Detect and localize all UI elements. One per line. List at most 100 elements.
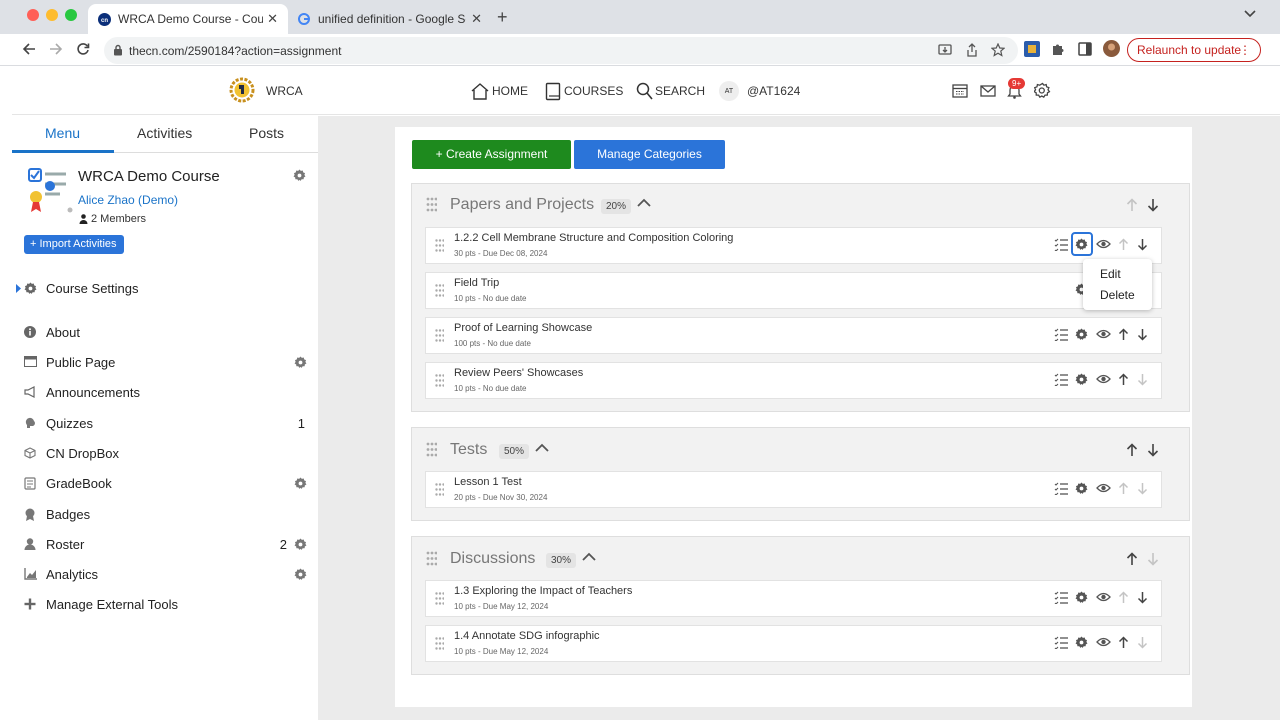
arrow-up-icon[interactable]	[1118, 482, 1129, 495]
bookmark-star-icon[interactable]	[991, 43, 1005, 57]
sidebar-item-course-settings[interactable]: Course Settings	[12, 277, 318, 301]
sidebar-item-quizzes[interactable]: Quizzes 1	[12, 412, 318, 436]
assignment-title[interactable]: 1.4 Annotate SDG infographic	[454, 630, 600, 642]
assignment-row[interactable]: Proof of Learning Showcase 100 pts - No …	[425, 317, 1162, 354]
tab-wrca-course[interactable]: cn WRCA Demo Course - Course ✕	[88, 4, 288, 34]
course-title[interactable]: WRCA Demo Course	[78, 168, 220, 185]
gear-icon[interactable]	[1075, 328, 1088, 341]
arrow-up-icon[interactable]	[1126, 443, 1138, 457]
instructor-link[interactable]: Alice Zhao (Demo)	[78, 193, 178, 207]
sidebar-item-about[interactable]: About	[12, 321, 318, 345]
public-page-gear-icon[interactable]	[294, 356, 307, 369]
eye-icon[interactable]	[1096, 637, 1111, 647]
create-assignment-button[interactable]: + Create Assignment	[412, 140, 571, 169]
gear-icon[interactable]	[1075, 591, 1088, 604]
sidebar-item-cn-dropbox[interactable]: CN DropBox	[12, 442, 318, 466]
gradebook-gear-icon[interactable]	[294, 477, 307, 490]
arrow-up-icon[interactable]	[1118, 636, 1129, 649]
arrow-down-icon[interactable]	[1137, 373, 1148, 386]
profile-avatar[interactable]	[1103, 40, 1120, 57]
gear-icon[interactable]	[1075, 373, 1088, 386]
tab-activities[interactable]: Activities	[137, 125, 192, 141]
eye-icon[interactable]	[1096, 374, 1111, 384]
drag-handle-icon[interactable]	[426, 551, 437, 566]
assignment-title[interactable]: Proof of Learning Showcase	[454, 322, 592, 334]
forward-arrow-icon[interactable]	[49, 42, 63, 56]
close-icon[interactable]: ✕	[267, 11, 278, 27]
arrow-down-icon[interactable]	[1137, 238, 1148, 251]
rubric-list-icon[interactable]	[1054, 373, 1068, 386]
drag-handle-icon[interactable]	[435, 637, 444, 650]
eye-icon[interactable]	[1096, 483, 1111, 493]
assignment-title[interactable]: Review Peers' Showcases	[454, 367, 583, 379]
tab-google-search[interactable]: unified definition - Google Sea ✕	[292, 4, 492, 34]
side-panel-icon[interactable]	[1078, 42, 1092, 56]
share-icon[interactable]	[966, 43, 978, 57]
assignment-row[interactable]: 1.3 Exploring the Impact of Teachers 10 …	[425, 580, 1162, 617]
eye-icon[interactable]	[1096, 239, 1111, 249]
nav-courses[interactable]: COURSES	[545, 67, 623, 115]
tab-posts[interactable]: Posts	[249, 125, 284, 141]
chevron-up-icon[interactable]	[535, 443, 549, 452]
roster-gear-icon[interactable]	[294, 538, 307, 551]
arrow-down-icon[interactable]	[1147, 443, 1159, 457]
eye-icon[interactable]	[1096, 329, 1111, 339]
rubric-list-icon[interactable]	[1054, 238, 1068, 251]
chevron-down-icon[interactable]	[1244, 9, 1256, 19]
window-minimize-button[interactable]	[46, 9, 58, 21]
assignment-title[interactable]: 1.2.2 Cell Membrane Structure and Compos…	[454, 232, 733, 244]
drag-handle-icon[interactable]	[435, 374, 444, 387]
nav-user[interactable]: AT @AT1624	[719, 67, 800, 115]
assignment-title[interactable]: 1.3 Exploring the Impact of Teachers	[454, 585, 632, 597]
arrow-up-icon[interactable]	[1126, 198, 1138, 212]
manage-categories-button[interactable]: Manage Categories	[574, 140, 725, 169]
sidebar-item-public-page[interactable]: Public Page	[12, 351, 318, 375]
nav-search[interactable]: SEARCH	[636, 67, 705, 115]
close-icon[interactable]: ✕	[471, 11, 482, 27]
sidebar-item-announcements[interactable]: Announcements	[12, 381, 318, 405]
drag-handle-icon[interactable]	[435, 329, 444, 342]
install-icon[interactable]	[938, 44, 952, 57]
gear-icon[interactable]	[1075, 238, 1088, 251]
calendar-icon[interactable]	[952, 83, 968, 98]
sidebar-item-analytics[interactable]: Analytics	[12, 563, 318, 587]
window-zoom-button[interactable]	[65, 9, 77, 21]
analytics-gear-icon[interactable]	[294, 568, 307, 581]
assignment-row[interactable]: Lesson 1 Test 20 pts - Due Nov 30, 2024	[425, 471, 1162, 508]
assignment-row[interactable]: 1.2.2 Cell Membrane Structure and Compos…	[425, 227, 1162, 264]
mail-icon[interactable]	[980, 85, 996, 97]
eye-icon[interactable]	[1096, 592, 1111, 602]
rubric-list-icon[interactable]	[1054, 591, 1068, 604]
nav-home[interactable]: HOME	[470, 67, 528, 115]
arrow-down-icon[interactable]	[1137, 636, 1148, 649]
window-close-button[interactable]	[27, 9, 39, 21]
arrow-down-icon[interactable]	[1137, 591, 1148, 604]
arrow-down-icon[interactable]	[1147, 198, 1159, 212]
arrow-up-icon[interactable]	[1118, 238, 1129, 251]
drag-handle-icon[interactable]	[435, 239, 444, 252]
gear-icon[interactable]	[1075, 636, 1088, 649]
rubric-list-icon[interactable]	[1054, 482, 1068, 495]
drag-handle-icon[interactable]	[426, 442, 437, 457]
assignment-row[interactable]: Review Peers' Showcases 10 pts - No due …	[425, 362, 1162, 399]
arrow-down-icon[interactable]	[1147, 552, 1159, 566]
assignment-row[interactable]: Field Trip 10 pts - No due date	[425, 272, 1162, 309]
reload-icon[interactable]	[76, 42, 90, 56]
drag-handle-icon[interactable]	[435, 592, 444, 605]
delete-menu-item[interactable]: Delete	[1100, 288, 1135, 302]
edit-menu-item[interactable]: Edit	[1100, 267, 1121, 281]
chevron-up-icon[interactable]	[582, 552, 596, 561]
course-settings-gear-icon[interactable]	[293, 169, 306, 182]
new-tab-button[interactable]: +	[497, 7, 508, 28]
address-bar[interactable]: thecn.com/2590184?action=assignment	[104, 37, 1018, 64]
arrow-up-icon[interactable]	[1126, 552, 1138, 566]
sidebar-item-gradebook[interactable]: GradeBook	[12, 472, 318, 496]
arrow-down-icon[interactable]	[1137, 482, 1148, 495]
tab-menu[interactable]: Menu	[45, 125, 80, 141]
relaunch-to-update-button[interactable]: Relaunch to update ⋮	[1127, 38, 1261, 62]
settings-gear-icon[interactable]	[1034, 82, 1051, 99]
assignment-row[interactable]: 1.4 Annotate SDG infographic 10 pts - Du…	[425, 625, 1162, 662]
sidebar-item-badges[interactable]: Badges	[12, 503, 318, 527]
extension-app-icon[interactable]	[1024, 41, 1040, 57]
arrow-up-icon[interactable]	[1118, 373, 1129, 386]
